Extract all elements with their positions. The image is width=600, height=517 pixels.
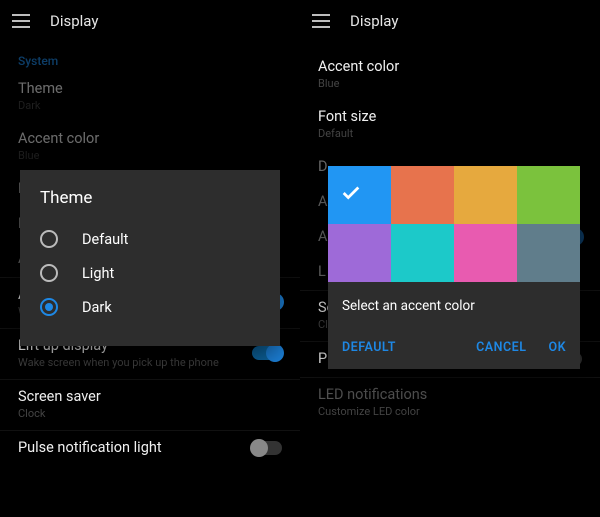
item-title: Font size: [318, 108, 582, 125]
accent-color-dialog: Select an accent color DEFAULT CANCEL OK: [328, 166, 580, 369]
item-title: Theme: [18, 80, 282, 97]
item-sub: Customize LED color: [318, 405, 582, 418]
radio-dark[interactable]: Dark: [40, 290, 260, 324]
item-accent-color[interactable]: Accent color Blue: [0, 122, 300, 172]
item-screen-saver[interactable]: Screen saver Clock: [0, 379, 300, 430]
item-sub: Wake screen when you pick up the phone: [18, 356, 219, 369]
item-title: LED notifications: [318, 386, 582, 403]
toggle-pulse[interactable]: [252, 441, 282, 455]
dialog-title: Theme: [40, 188, 260, 208]
item-sub: Clock: [18, 407, 282, 420]
section-system: System: [0, 42, 300, 72]
default-button[interactable]: DEFAULT: [342, 340, 396, 355]
swatch-blue[interactable]: [328, 166, 391, 224]
item-sub: Blue: [318, 77, 582, 90]
dialog-actions: DEFAULT CANCEL OK: [328, 328, 580, 369]
item-led-notifications[interactable]: LED notifications Customize LED color: [300, 377, 600, 428]
item-pulse-notification-light[interactable]: Pulse notification light: [0, 430, 300, 466]
swatch-amber[interactable]: [454, 166, 517, 224]
radio-icon: [40, 230, 58, 248]
radio-label: Dark: [82, 299, 112, 316]
ok-button[interactable]: OK: [548, 340, 566, 355]
swatch-grey[interactable]: [517, 224, 580, 282]
menu-icon[interactable]: [12, 14, 30, 28]
toggle-liftup[interactable]: [252, 346, 282, 360]
item-sub: Default: [318, 127, 582, 140]
swatch-orange[interactable]: [391, 166, 454, 224]
item-title: Pulse notification light: [18, 439, 162, 456]
header: Display: [300, 0, 600, 42]
item-accent-color[interactable]: Accent color Blue: [300, 50, 600, 100]
cancel-button[interactable]: CANCEL: [476, 340, 526, 355]
item-title: Accent color: [318, 58, 582, 75]
item-title: Screen saver: [18, 388, 282, 405]
item-sub: Dark: [18, 99, 282, 112]
dialog-title: Select an accent color: [342, 298, 566, 314]
screen-accent: Display Accent color Blue Font size Defa…: [300, 0, 600, 517]
item-title: Accent color: [18, 130, 282, 147]
item-theme[interactable]: Theme Dark: [0, 72, 300, 122]
swatch-green[interactable]: [517, 166, 580, 224]
radio-label: Default: [82, 231, 128, 248]
header-title: Display: [350, 12, 398, 30]
radio-label: Light: [82, 265, 114, 282]
item-font-size[interactable]: Font size Default: [300, 100, 600, 150]
theme-dialog: Theme Default Light Dark: [20, 170, 280, 346]
check-icon: [340, 182, 362, 208]
swatch-purple[interactable]: [328, 224, 391, 282]
item-title: A: [318, 228, 327, 245]
color-swatch-grid: [328, 166, 580, 282]
item-sub: Blue: [18, 149, 282, 162]
header: Display: [0, 0, 300, 42]
header-title: Display: [50, 12, 98, 30]
radio-default[interactable]: Default: [40, 222, 260, 256]
menu-icon[interactable]: [312, 14, 330, 28]
radio-light[interactable]: Light: [40, 256, 260, 290]
swatch-pink[interactable]: [454, 224, 517, 282]
screen-theme: Display System Theme Dark Accent color B…: [0, 0, 300, 517]
radio-icon: [40, 264, 58, 282]
swatch-teal[interactable]: [391, 224, 454, 282]
radio-icon: [40, 298, 58, 316]
